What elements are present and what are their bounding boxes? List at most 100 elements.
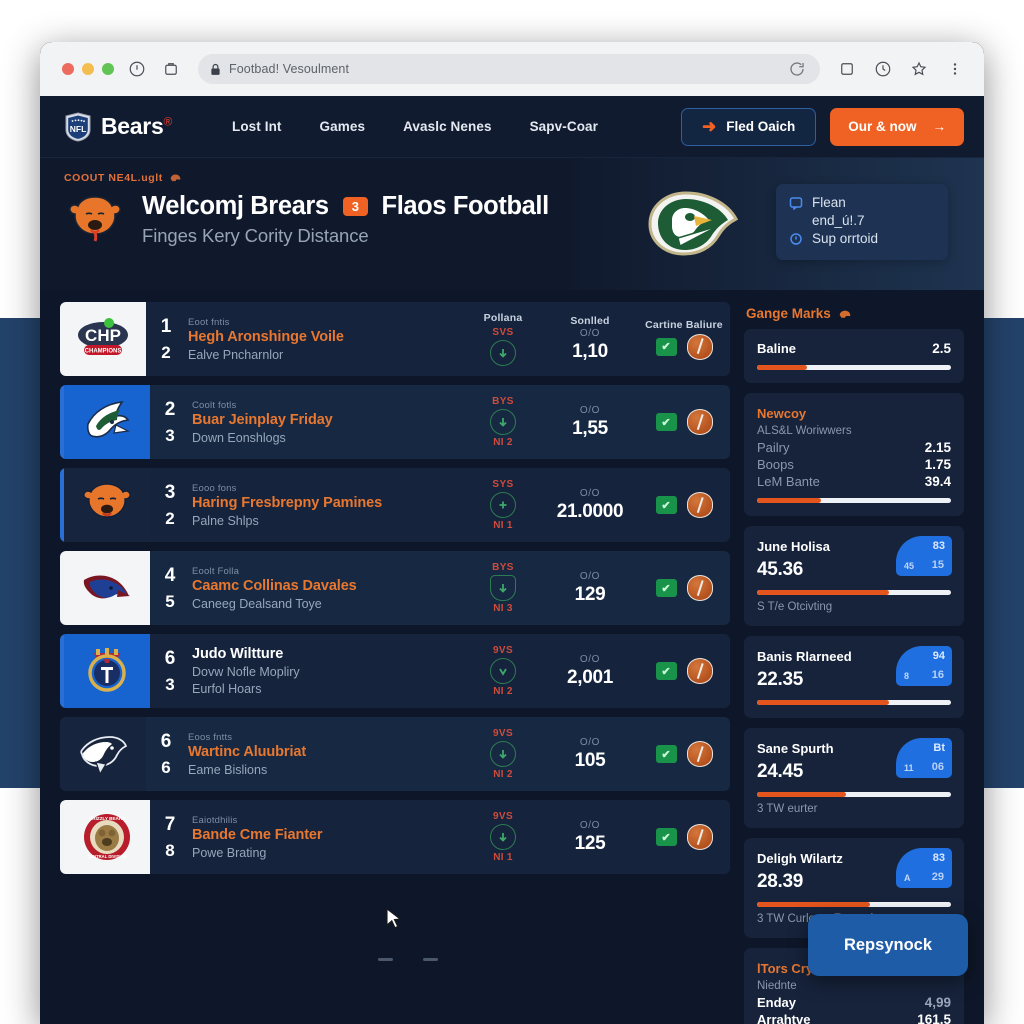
row-title[interactable]: Buar Jeinplay Friday [192,412,464,428]
row-subtitle: Eame Bislions [188,762,268,777]
nav-link-3[interactable]: Sapv-Coar [530,119,598,134]
table-row[interactable]: CHP CHAMPIONS 1 2 Eoot fntis Hegh Aronsh… [60,302,730,376]
football-icon[interactable] [686,741,713,767]
side-card-subtitle: 3 TW eurter [757,803,818,815]
find-coach-button[interactable]: ➜ Fled Oaich [680,107,817,146]
progress-bar[interactable] [757,498,951,503]
check-down-icon[interactable] [490,658,516,684]
row-subtitle: Palne Shlps [192,513,259,528]
score-badge-left: 8 [904,671,910,681]
odds-label: O/O [579,819,601,831]
info-icon[interactable] [126,58,148,80]
stat-cell: 9VS NI 1 [464,800,542,874]
side-card-label: Newcoy [757,406,807,421]
side-card[interactable]: June Holisa 45.36 83 45 15 S T/e Otcivti… [744,526,964,626]
side-card[interactable]: Sane Spurth 24.45 Bt 11 06 3 TW eurter [744,728,964,828]
field-chip-icon[interactable]: ✔ [655,579,677,597]
table-row[interactable]: 6 6 Eoos fntts Wartinc Aluubriat Eame Bi… [60,717,730,791]
table-row[interactable]: 2 3 Coolt fotls Buar Jeinplay Friday Dow… [60,385,730,459]
field-chip-icon[interactable]: ✔ [655,337,677,356]
reload-icon[interactable] [786,58,808,80]
toast-notification[interactable]: Repsynock [808,914,968,976]
football-icon[interactable] [686,575,713,601]
progress-bar[interactable] [757,902,951,907]
rank-cell: 4 5 [150,551,184,625]
row-kicker: Eooo fons [192,482,237,494]
minimize-window-button[interactable] [82,63,94,75]
plus-icon[interactable] [490,492,516,518]
nav-link-0[interactable]: Lost Int [232,119,282,134]
row-title[interactable]: Hegh Aronshinge Voile [188,329,464,345]
nav-link-1[interactable]: Games [320,119,366,134]
hero-card-line-3: Sup orrtoid [789,231,935,246]
arrow-down-icon[interactable] [490,741,516,767]
odds-cell: O/O 125 [542,800,638,874]
side-card[interactable]: Banis Rlarneed 22.35 94 8 16 [744,636,964,718]
team-logo [64,634,150,708]
row-title[interactable]: Wartinc Aluubriat [188,744,464,760]
close-window-button[interactable] [62,63,74,75]
arrow-down-icon[interactable] [490,409,516,435]
overflow-menu-icon[interactable] [944,58,966,80]
progress-bar[interactable] [757,792,951,797]
shield-down-icon[interactable] [490,575,516,601]
maximize-window-button[interactable] [102,63,114,75]
table-row[interactable]: 3 2 Eooo fons Haring Fresbrepny Pamines … [60,468,730,542]
side-card[interactable]: Baline 2.5 [744,329,964,383]
football-icon[interactable] [686,333,713,360]
field-chip-icon[interactable]: ✔ [655,828,677,846]
svg-text:CHP: CHP [85,326,121,345]
brand-logo[interactable]: NFL Bears® [64,111,172,142]
football-icon[interactable] [686,824,713,850]
pagination-next[interactable] [423,958,438,961]
rank-primary: 4 [164,565,176,586]
action-cell: ✔ [638,468,730,542]
stat-bottom-label: NI 2 [493,437,513,448]
field-chip-icon[interactable]: ✔ [655,496,677,514]
action-cell: Cartine Baliure ✔ [638,302,730,376]
score-badge-top: Bt [933,742,945,754]
odds-value: 105 [574,749,606,771]
side-panel-title: Gange Marks [746,306,964,321]
football-icon[interactable] [686,492,713,518]
progress-bar[interactable] [757,365,951,370]
odds-value: 125 [574,832,606,854]
window-controls[interactable] [56,63,114,75]
team-logo: GRIZZLY BEARS CENTRAL DIVISION [64,800,150,874]
pagination-prev[interactable] [378,958,393,961]
nav-link-2[interactable]: Avaslc Nenes [403,119,492,134]
rank-secondary: 2 [161,343,171,362]
share-icon[interactable] [160,58,182,80]
order-now-button[interactable]: Our & now → [830,107,964,146]
table-row[interactable]: 4 5 Eoolt Folla Caamc Collinas Davales C… [60,551,730,625]
field-chip-icon[interactable]: ✔ [655,662,677,680]
row-title[interactable]: Caamc Collinas Davales [192,578,464,594]
odds-label: O/O [579,570,601,582]
bookmark-star-icon[interactable] [908,58,930,80]
tab-icon[interactable] [836,58,858,80]
odds-cell: O/O 1,55 [542,385,638,459]
table-row[interactable]: 6 3 Judo Wiltture Dovw Nofle Mopliry Eur… [60,634,730,708]
side-card[interactable]: Newcoy ALS&L Woriwwers Pailry 2.15 Boops… [744,393,964,516]
hero-info-card[interactable]: Flean end_ú!.7 Sup orrtoid [776,184,948,260]
helmet-icon [169,173,182,184]
row-title[interactable]: Bande Cme Fianter [192,827,464,843]
football-icon[interactable] [686,658,713,684]
progress-bar[interactable] [757,590,951,595]
bear-roundel-icon: GRIZZLY BEARS CENTRAL DIVISION [84,814,130,860]
row-title[interactable]: Haring Fresbrepny Pamines [192,495,464,511]
pagination-controls[interactable] [378,958,438,961]
stat-cell: 9VS NI 2 [464,717,542,791]
field-chip-icon[interactable]: ✔ [655,745,677,763]
row-kicker: Eoot fntis [188,316,230,328]
history-icon[interactable] [872,58,894,80]
table-row[interactable]: GRIZZLY BEARS CENTRAL DIVISION 7 8 Eaiot… [60,800,730,874]
arrow-down-icon[interactable] [490,824,516,850]
stat-top-label: 9VS [492,811,514,822]
progress-bar[interactable] [757,700,951,705]
arrow-down-icon[interactable] [490,340,516,366]
football-icon[interactable] [686,409,713,435]
row-title[interactable]: Judo Wiltture [192,646,464,662]
address-bar[interactable]: Footbad! Vesoulment [198,54,820,84]
field-chip-icon[interactable]: ✔ [655,413,677,431]
